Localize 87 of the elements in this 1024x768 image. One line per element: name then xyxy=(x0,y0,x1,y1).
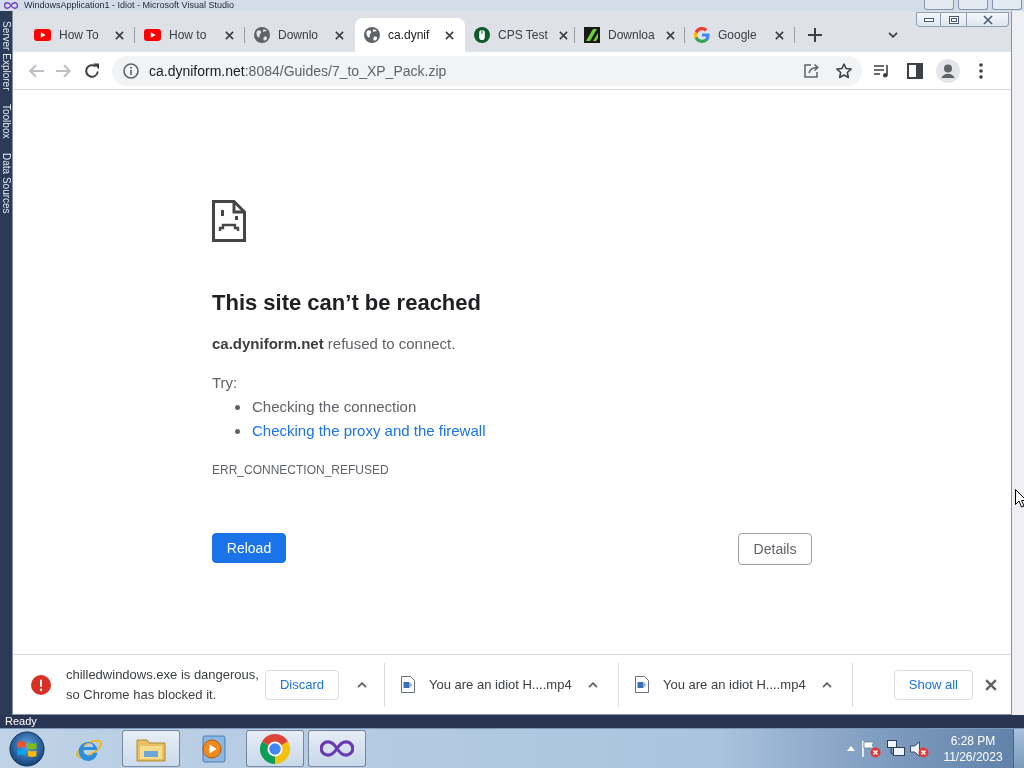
download-file-name: You are an idiot H....mp4 xyxy=(663,677,806,692)
chevron-up-icon xyxy=(822,681,832,688)
tab[interactable]: ca.dynif xyxy=(355,18,465,52)
download-warning-text: chilledwindows.exe is dangerous, so Chrome has blocked it. xyxy=(66,665,259,704)
reload-icon xyxy=(84,62,100,79)
play-logo-icon xyxy=(144,29,161,41)
network-icon xyxy=(885,740,905,757)
show-all-button[interactable]: Show all xyxy=(893,669,973,700)
tab[interactable]: Google xyxy=(685,18,795,52)
tray-arrow-icon xyxy=(847,746,855,751)
bullet-icon xyxy=(235,428,240,434)
media-file-icon xyxy=(635,676,649,693)
media-player-icon xyxy=(200,734,226,763)
taskbar-app-button[interactable] xyxy=(246,730,304,767)
taskbar-app-button[interactable] xyxy=(308,730,366,767)
infinity-logo-icon xyxy=(320,740,354,757)
tab[interactable]: How To xyxy=(25,18,135,52)
sad-page-icon xyxy=(212,200,246,242)
discard-button[interactable]: Discard xyxy=(264,669,339,700)
clock-time: 6:28 PM xyxy=(950,732,996,749)
share-icon xyxy=(804,63,820,78)
help-link[interactable]: Checking the proxy and the firewall xyxy=(252,421,486,441)
chevron-down-icon xyxy=(888,32,898,38)
avatar-icon xyxy=(936,58,960,83)
maximize-icon xyxy=(948,15,959,24)
speaker-muted-icon xyxy=(909,739,929,758)
window-title: WindowsApplication1 - Idiot - Microsoft Visual Studio xyxy=(24,0,234,11)
close-icon xyxy=(224,30,234,40)
info-icon[interactable] xyxy=(123,62,139,79)
bullet-icon xyxy=(235,404,240,410)
minimize-icon xyxy=(923,17,934,22)
infinity-logo-icon xyxy=(4,2,18,9)
play-logo-icon xyxy=(34,29,51,41)
flag-alert-icon xyxy=(861,739,881,758)
suggestion-text: Checking the connection xyxy=(252,397,417,417)
playlist-icon xyxy=(874,63,890,78)
start-orb-icon xyxy=(9,730,45,767)
media-file-icon xyxy=(401,676,415,693)
status-text: Ready xyxy=(5,715,37,728)
side-panel-icon xyxy=(907,62,923,79)
close-icon xyxy=(444,30,454,40)
close-icon xyxy=(985,678,997,691)
close-icon xyxy=(334,30,344,40)
reload-button[interactable]: Reload xyxy=(212,533,286,563)
start-button[interactable] xyxy=(7,729,47,768)
chevron-up-icon xyxy=(357,681,367,688)
g-logo-icon xyxy=(694,27,710,43)
star-icon xyxy=(836,62,852,79)
mouse-logo-icon xyxy=(474,27,490,43)
tab[interactable]: CPS Test xyxy=(465,18,575,52)
close-icon xyxy=(666,30,676,40)
side-panel-tab[interactable]: Server Explorer xyxy=(0,21,12,91)
error-message: ca.dyniform.net refused to connect. xyxy=(212,334,456,354)
minimize-button[interactable] xyxy=(916,12,941,27)
arrow-left-icon xyxy=(28,63,44,78)
globe-icon xyxy=(254,27,270,43)
show-desktop-button[interactable] xyxy=(1013,729,1024,768)
taskbar-app-button[interactable] xyxy=(122,730,180,767)
warning-icon xyxy=(31,674,51,695)
try-label: Try: xyxy=(212,373,238,393)
tab[interactable]: Downloa xyxy=(575,18,685,52)
maximize-button[interactable] xyxy=(941,12,967,27)
download-file-name: You are an idiot H....mp4 xyxy=(429,677,572,692)
side-panel-tab[interactable]: Toolbox xyxy=(0,104,12,139)
error-code: ERR_CONNECTION_REFUSED xyxy=(212,462,389,478)
clock-date: 11/26/2023 xyxy=(943,748,1003,765)
plus-icon xyxy=(808,28,822,42)
side-panel-tab[interactable]: Data Sources xyxy=(0,152,12,214)
url-text: ca.dyniform.net:8084/Guides/7_to_XP_Pack.zip xyxy=(149,62,448,79)
menu-icon xyxy=(979,62,983,79)
globe-icon xyxy=(364,27,380,43)
address-field[interactable]: ca.dyniform.net:8084/Guides/7_to_XP_Pack.zip xyxy=(112,55,862,86)
details-button[interactable]: Details xyxy=(738,533,812,565)
mouse-pointer-icon xyxy=(1015,489,1024,509)
close-icon xyxy=(774,30,784,40)
round-logo-icon xyxy=(259,732,291,765)
arrow-right-icon xyxy=(56,63,72,78)
close-icon xyxy=(114,30,124,40)
close-button[interactable] xyxy=(967,12,1009,27)
chevron-up-icon xyxy=(588,681,598,688)
close-icon xyxy=(982,14,993,25)
striped-logo-icon xyxy=(584,27,600,43)
error-heading: This site can’t be reached xyxy=(212,289,481,317)
close-icon xyxy=(559,30,569,40)
profile-button[interactable] xyxy=(934,56,962,85)
tab[interactable]: How to xyxy=(135,18,245,52)
tab[interactable]: Downlo xyxy=(245,18,355,52)
